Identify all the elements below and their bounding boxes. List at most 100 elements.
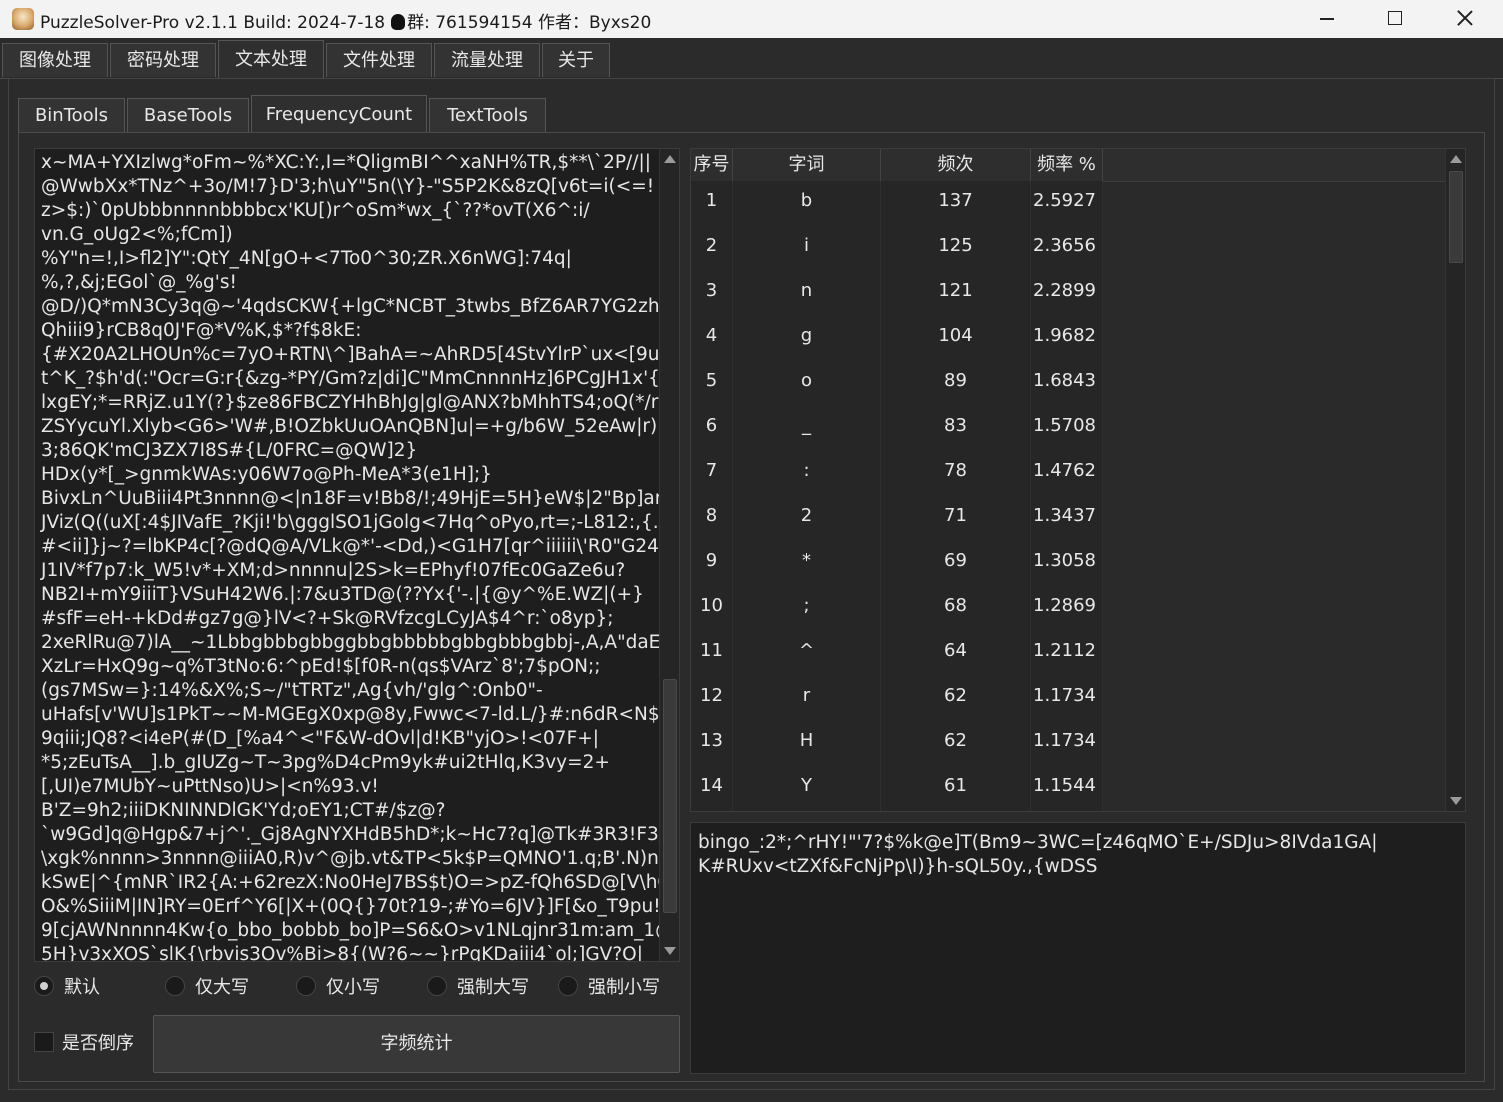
tab-file-processing[interactable]: 文件处理 bbox=[326, 43, 432, 77]
cell-character: _ bbox=[733, 406, 881, 451]
input-line: #<ii]}j~?=lbKP4c[?@dQ@A/VLk@*'-<Dd,)<G1H… bbox=[41, 536, 666, 557]
cell-count: 125 bbox=[881, 226, 1031, 271]
input-line: O&%SiiiM|IN]RY=0Erf^Y6[|X+(0Q{}70t?19-;#… bbox=[41, 896, 661, 917]
title-bar[interactable]: PuzzleSolver-Pro v2.1.1 Build: 2024-7-18… bbox=[0, 0, 1503, 38]
subtab-texttools[interactable]: TextTools bbox=[429, 98, 546, 132]
table-row[interactable]: 1 b 137 2.5927 bbox=[691, 181, 1103, 226]
cell-index: 5 bbox=[691, 361, 733, 406]
radio-dot-icon bbox=[165, 976, 185, 996]
tab-crypto-processing[interactable]: 密码处理 bbox=[110, 43, 216, 77]
cell-percent: 1.1734 bbox=[1031, 721, 1103, 766]
input-line: BivxLn^UuBiii4Pt3nnnn@<|n18F=v!Bb8/!;49H… bbox=[41, 488, 680, 509]
scrollbar-thumb[interactable] bbox=[1449, 171, 1463, 263]
input-line: %,?,&j;EGol`@_%g's! bbox=[41, 272, 237, 293]
subtab-frequencycount[interactable]: FrequencyCount bbox=[251, 95, 427, 133]
table-row[interactable]: 2 i 125 2.3656 bbox=[691, 226, 1103, 271]
input-line: uHafs[v'WU]s1PkT~~M-MGEgX0xp@8y,Fwwc<7-l… bbox=[41, 704, 680, 725]
cell-count: 83 bbox=[881, 406, 1031, 451]
table-row[interactable]: 8 2 71 1.3437 bbox=[691, 496, 1103, 541]
scroll-down-arrow-icon[interactable] bbox=[664, 947, 676, 955]
cell-index: 2 bbox=[691, 226, 733, 271]
maximize-button[interactable] bbox=[1360, 0, 1430, 38]
table-row[interactable]: 3 n 121 2.2899 bbox=[691, 271, 1103, 316]
table-row[interactable]: 12 r 62 1.1734 bbox=[691, 676, 1103, 721]
cell-count: 71 bbox=[881, 496, 1031, 541]
table-row[interactable]: 9 * 69 1.3058 bbox=[691, 541, 1103, 586]
input-line: %Y"n=!,I>fl2]Y":QtY_4N[gO+<7To0^30;ZR.X6… bbox=[41, 248, 572, 269]
cell-count: 121 bbox=[881, 271, 1031, 316]
header-index[interactable]: 序号 bbox=[691, 149, 733, 181]
header-percent[interactable]: 频率 % bbox=[1031, 149, 1103, 181]
radio-uppercase-only[interactable]: 仅大写 bbox=[165, 976, 249, 1000]
tab-image-processing[interactable]: 图像处理 bbox=[2, 43, 108, 77]
input-line: 9qiii;JQ8?<i4eP(#(D_[%a4^<"F&W-dOvl|d!KB… bbox=[41, 728, 599, 749]
frequency-count-button[interactable]: 字频统计 bbox=[153, 1015, 680, 1073]
tab-traffic-processing[interactable]: 流量处理 bbox=[434, 43, 540, 77]
reverse-order-checkbox[interactable]: 是否倒序 bbox=[34, 1032, 134, 1056]
scroll-up-arrow-icon[interactable] bbox=[664, 155, 676, 163]
tab-about[interactable]: 关于 bbox=[542, 43, 610, 77]
cell-index: 11 bbox=[691, 631, 733, 676]
output-line: bingo_:2*;^rHY!"'7?$%k@e]T(Bm9~3WC=[z46q… bbox=[698, 832, 1378, 853]
window-title: PuzzleSolver-Pro v2.1.1 Build: 2024-7-18… bbox=[40, 8, 651, 33]
input-line: vn.G_oUg2<%;fCm]) bbox=[41, 224, 233, 245]
cell-percent: 2.3656 bbox=[1031, 226, 1103, 271]
input-line: t^K_?$h'd(:"Ocr=G:r{&zg-*PY/Gm?z|di]C"Mm… bbox=[41, 368, 680, 389]
input-line: {#X20A2LHOUn%c=7yO+RTN\^]BahA=~AhRD5[4St… bbox=[41, 344, 680, 365]
table-row[interactable]: 14 Y 61 1.1544 bbox=[691, 766, 1103, 811]
cell-percent: 1.1734 bbox=[1031, 676, 1103, 721]
input-line: z>$:)`0pUbbbnnnnbbbbcx'KU[)r^oSm*wx_{`??… bbox=[41, 200, 590, 221]
qq-penguin-icon bbox=[391, 14, 406, 30]
table-scrollbar[interactable] bbox=[1445, 149, 1465, 811]
scroll-up-arrow-icon[interactable] bbox=[1450, 155, 1462, 163]
input-line: 2xeRlRu@7)lA__~1Lbbgbbbgbbggbbgbbbbbgbbg… bbox=[41, 632, 675, 653]
input-line: @WwbXx*TNz^+3o/M!7}D'3;h\uY"5n(\Y}-"S5P2… bbox=[41, 176, 655, 197]
scrollbar-thumb[interactable] bbox=[663, 679, 677, 913]
table-row[interactable]: 13 H 62 1.1734 bbox=[691, 721, 1103, 766]
radio-default[interactable]: 默认 bbox=[34, 976, 100, 1000]
cell-character: : bbox=[733, 451, 881, 496]
table-row[interactable]: 11 ^ 64 1.2112 bbox=[691, 631, 1103, 676]
cell-percent: 1.9682 bbox=[1031, 316, 1103, 361]
radio-label: 仅小写 bbox=[326, 977, 380, 998]
output-textarea[interactable]: bingo_:2*;^rHY!"'7?$%k@e]T(Bm9~3WC=[z46q… bbox=[690, 822, 1466, 1074]
radio-lowercase-only[interactable]: 仅小写 bbox=[296, 976, 380, 1000]
input-line: x~MA+YXIzlwg*oFm~%*XC:Y:,I=*QligmBI^^xaN… bbox=[41, 152, 651, 173]
table-header: 序号 字词 频次 频率 % bbox=[691, 149, 1447, 182]
cell-count: 62 bbox=[881, 676, 1031, 721]
frequency-table[interactable]: 序号 字词 频次 频率 % 1 b 137 2.5927 2 i 125 2.3656 3 n 12… bbox=[690, 148, 1466, 812]
cell-character: Y bbox=[733, 766, 881, 811]
table-row[interactable]: 10; 68 1.2869 bbox=[691, 586, 1103, 631]
header-count[interactable]: 频次 bbox=[881, 149, 1031, 181]
input-scrollbar[interactable] bbox=[659, 149, 679, 961]
tab-text-processing[interactable]: 文本处理 bbox=[218, 40, 324, 78]
cell-count: 62 bbox=[881, 721, 1031, 766]
cell-count: 61 bbox=[881, 766, 1031, 811]
input-line: \xgk%nnnn>3nnnn@iiiA0,R)v^@jb.vt&TP<5k$P… bbox=[41, 848, 674, 869]
radio-label: 默认 bbox=[64, 977, 100, 998]
radio-force-lowercase[interactable]: 强制小写 bbox=[558, 976, 660, 1000]
input-textarea[interactable]: x~MA+YXIzlwg*oFm~%*XC:Y:,I=*QligmBI^^xaN… bbox=[34, 148, 680, 962]
cell-index: 1 bbox=[691, 181, 733, 226]
sub-tab-bar: BinTools BaseTools FrequencyCount TextTo… bbox=[0, 94, 1503, 134]
subtab-bintools[interactable]: BinTools bbox=[18, 98, 125, 132]
cell-percent: 1.5708 bbox=[1031, 406, 1103, 451]
cell-character: ^ bbox=[733, 631, 881, 676]
minimize-button[interactable] bbox=[1292, 0, 1362, 38]
radio-label: 强制小写 bbox=[588, 977, 660, 998]
cell-character: n bbox=[733, 271, 881, 316]
table-row[interactable]: 4 g 104 1.9682 bbox=[691, 316, 1103, 361]
table-row[interactable]: 6 _ 83 1.5708 bbox=[691, 406, 1103, 451]
cell-character: o bbox=[733, 361, 881, 406]
scroll-down-arrow-icon[interactable] bbox=[1450, 797, 1462, 805]
cell-percent: 2.5927 bbox=[1031, 181, 1103, 226]
table-row[interactable]: 7:78 1.4762 bbox=[691, 451, 1103, 496]
cell-index: 9 bbox=[691, 541, 733, 586]
header-character[interactable]: 字词 bbox=[733, 149, 881, 181]
table-row[interactable]: 5 o 89 1.6843 bbox=[691, 361, 1103, 406]
radio-dot-icon bbox=[296, 976, 316, 996]
close-button[interactable] bbox=[1430, 0, 1500, 38]
cell-index: 14 bbox=[691, 766, 733, 811]
subtab-basetools[interactable]: BaseTools bbox=[127, 98, 249, 132]
radio-force-uppercase[interactable]: 强制大写 bbox=[427, 976, 529, 1000]
